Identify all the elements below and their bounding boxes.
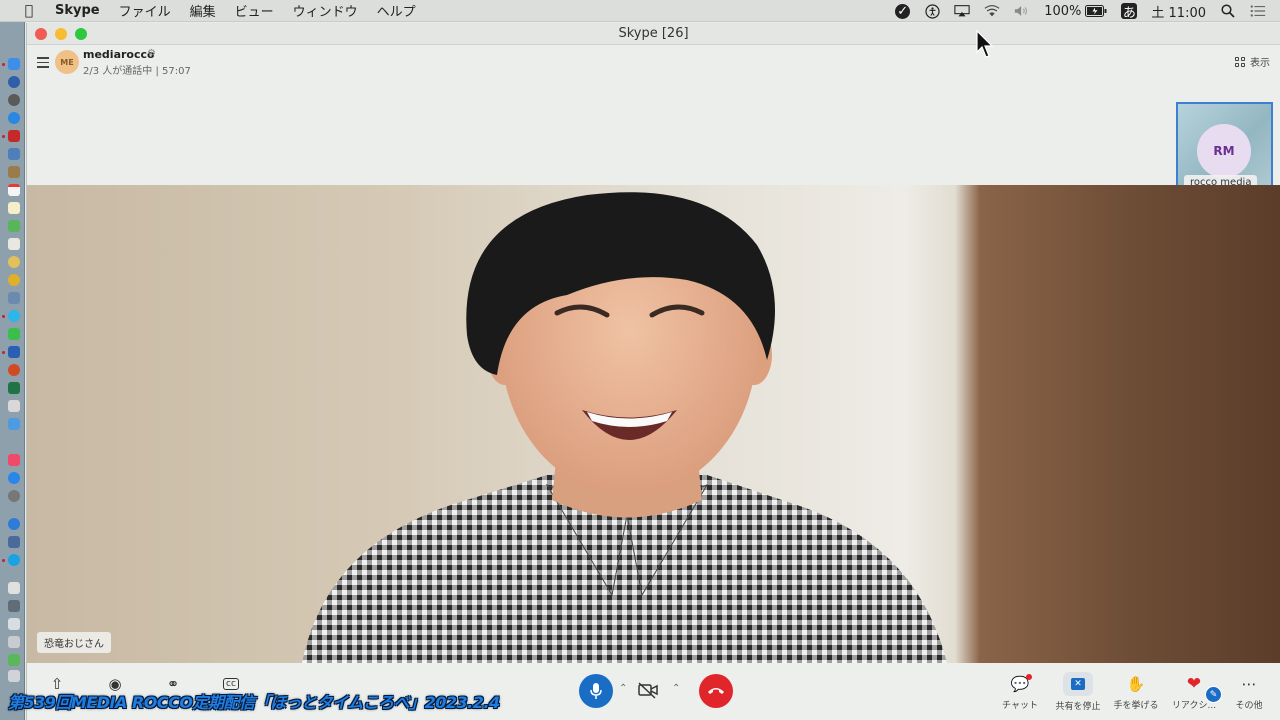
trash-icon[interactable] bbox=[8, 670, 20, 682]
main-video[interactable]: 恐竜おじさん bbox=[27, 185, 1280, 663]
wifi-icon[interactable] bbox=[984, 3, 1000, 19]
maps-icon[interactable] bbox=[8, 220, 20, 232]
finder-icon[interactable] bbox=[8, 58, 20, 70]
call-status: 2/3 人が通話中 | 57:07 bbox=[83, 66, 191, 77]
hand-icon: ✋ bbox=[1126, 675, 1146, 693]
camera-off-button[interactable] bbox=[637, 681, 659, 699]
view-label: 表示 bbox=[1250, 58, 1270, 69]
stream-caption-overlay: 第539回MEDIA ROCCO定期配信「ほっとタイムころべ」2023.2.4 bbox=[8, 693, 500, 712]
preview-icon[interactable] bbox=[8, 148, 20, 160]
more-button[interactable]: ⋯ その他 bbox=[1225, 663, 1273, 720]
menu-clock[interactable]: 土 11:00 bbox=[1151, 2, 1206, 21]
window-title: Skype [26] bbox=[618, 26, 689, 41]
dock bbox=[0, 22, 25, 720]
call-header: ME mediarocco ⚙ 2/3 人が通話中 | 57:07 表示 RM … bbox=[27, 45, 1280, 199]
stop-sharing-icon: ✕ bbox=[1071, 678, 1085, 690]
screenshot-icon[interactable] bbox=[8, 582, 20, 594]
skype-icon[interactable] bbox=[8, 554, 20, 566]
gear-icon[interactable]: ⚙ bbox=[147, 48, 156, 59]
input-method-icon[interactable]: あ bbox=[1121, 3, 1138, 21]
chrome-icon[interactable] bbox=[8, 274, 20, 286]
speaker-name: 恐竜おじさん bbox=[37, 632, 111, 653]
raise-hand-button[interactable]: ✋ 手を挙げる bbox=[1109, 663, 1163, 720]
group-name[interactable]: mediarocco bbox=[83, 48, 155, 61]
mic-options-chevron-icon[interactable]: ⌃ bbox=[619, 683, 627, 694]
pen-icon[interactable]: ✎ bbox=[1205, 686, 1222, 703]
excel-icon[interactable] bbox=[8, 382, 20, 394]
view-toggle-button[interactable]: 表示 bbox=[1235, 54, 1270, 69]
monitor-icon[interactable] bbox=[8, 654, 20, 666]
participant-avatar: RM bbox=[1197, 124, 1251, 178]
music-icon[interactable] bbox=[8, 454, 20, 466]
photo-booth-icon[interactable] bbox=[8, 130, 20, 142]
messages-icon[interactable] bbox=[8, 310, 20, 322]
calendar-icon[interactable] bbox=[8, 184, 20, 196]
menu-bar:  Skype ファイル 編集 ビュー ウィンドウ ヘルプ ✓ 100% あ 土… bbox=[0, 0, 1280, 22]
end-call-button[interactable] bbox=[699, 674, 733, 708]
menu-edit[interactable]: 編集 bbox=[190, 1, 216, 20]
powerpoint-icon[interactable] bbox=[8, 364, 20, 376]
speaker-video-frame bbox=[302, 192, 947, 663]
menu-help[interactable]: ヘルプ bbox=[377, 1, 416, 20]
app-store-icon[interactable] bbox=[8, 472, 20, 484]
mic-button[interactable] bbox=[579, 674, 613, 708]
menu-view[interactable]: ビュー bbox=[235, 1, 274, 20]
stop-sharing-label: 共有を停止 bbox=[1055, 702, 1101, 712]
textedit-icon[interactable] bbox=[8, 238, 20, 250]
video-options-chevron-icon[interactable]: ⌃ bbox=[672, 683, 680, 694]
heart-icon: ❤ bbox=[1186, 674, 1202, 694]
airplay-icon[interactable] bbox=[954, 3, 970, 19]
menu-app-name[interactable]: Skype bbox=[55, 3, 100, 18]
photos-icon[interactable] bbox=[8, 256, 20, 268]
group-avatar[interactable]: ME bbox=[55, 50, 79, 74]
hamburger-menu-icon[interactable] bbox=[37, 57, 49, 68]
mic-icon bbox=[590, 683, 602, 699]
menu-window[interactable]: ウィンドウ bbox=[293, 1, 358, 20]
zoom-app-icon[interactable] bbox=[8, 518, 20, 530]
chat-label: チャット bbox=[1002, 701, 1038, 711]
stop-sharing-button[interactable]: ✕ 共有を停止 bbox=[1051, 663, 1105, 720]
file-icon[interactable] bbox=[8, 618, 20, 630]
notebook-icon[interactable] bbox=[8, 166, 20, 178]
folder-icon[interactable] bbox=[8, 292, 20, 304]
window-icon[interactable] bbox=[8, 636, 20, 648]
title-bar[interactable]: Skype [26] bbox=[27, 23, 1280, 45]
safari-icon[interactable] bbox=[8, 112, 20, 124]
keynote-icon[interactable] bbox=[8, 536, 20, 548]
volume-icon[interactable] bbox=[1014, 3, 1030, 19]
menu-file[interactable]: ファイル bbox=[119, 1, 171, 20]
word-icon[interactable] bbox=[8, 346, 20, 358]
spotlight-search-icon[interactable] bbox=[1220, 3, 1236, 19]
system-preferences-icon[interactable] bbox=[8, 490, 20, 502]
chat-button[interactable]: 💬 チャット bbox=[995, 663, 1045, 720]
camera-off-icon bbox=[638, 682, 658, 699]
line-icon[interactable] bbox=[8, 328, 20, 340]
raise-hand-label: 手を挙げる bbox=[1113, 701, 1159, 711]
grid-view-icon bbox=[1235, 56, 1245, 67]
settings-app-icon[interactable] bbox=[8, 418, 20, 430]
rocket-icon[interactable] bbox=[8, 94, 20, 106]
launchpad-icon[interactable] bbox=[8, 76, 20, 88]
notification-center-icon[interactable] bbox=[1250, 3, 1266, 19]
document-icon[interactable] bbox=[8, 600, 20, 612]
accessibility-icon[interactable] bbox=[924, 3, 940, 19]
mouse-cursor-icon bbox=[976, 30, 994, 58]
skype-window: Skype [26] ME mediarocco ⚙ 2/3 人が通話中 | 5… bbox=[26, 23, 1280, 720]
more-icon: ⋯ bbox=[1241, 675, 1257, 693]
battery-icon[interactable] bbox=[1085, 3, 1107, 19]
more-label: その他 bbox=[1235, 701, 1263, 711]
stop-sharing-icon-wrap: ✕ bbox=[1063, 672, 1093, 696]
tools-icon[interactable] bbox=[8, 400, 20, 412]
apple-icon[interactable]:  bbox=[20, 3, 38, 19]
notes-icon[interactable] bbox=[8, 202, 20, 214]
battery-percentage[interactable]: 100% bbox=[1044, 4, 1081, 19]
check-status-icon[interactable]: ✓ bbox=[895, 3, 911, 19]
chat-icon: 💬 bbox=[1011, 674, 1033, 692]
hang-up-icon bbox=[708, 688, 724, 694]
